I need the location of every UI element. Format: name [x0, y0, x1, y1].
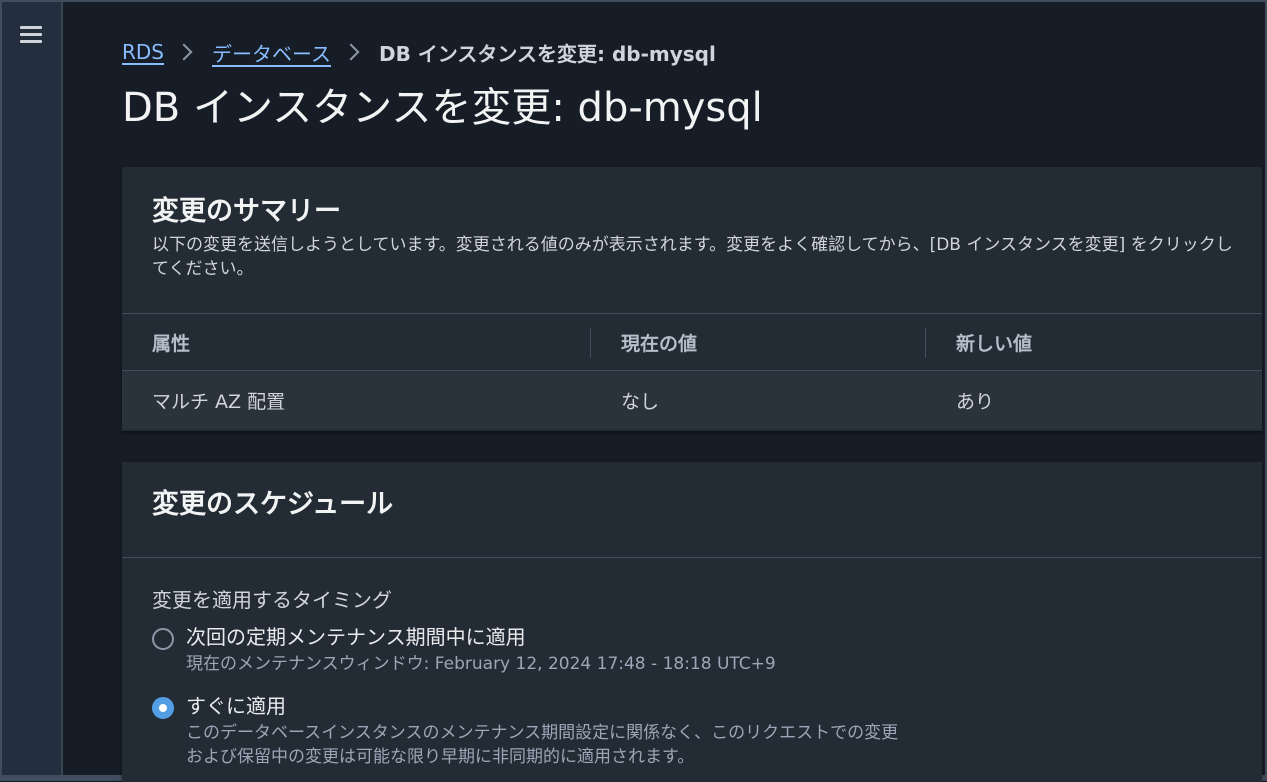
breadcrumb-link-rds[interactable]: RDS [122, 40, 164, 64]
breadcrumb: RDS データベース DB インスタンスを変更: db-mysql [122, 38, 716, 66]
radio-button-apply-immediately[interactable] [152, 697, 174, 719]
cell-current-value: なし [621, 390, 660, 413]
cell-attribute: マルチ AZ 配置 [152, 390, 286, 413]
breadcrumb-current: DB インスタンスを変更: db-mysql [379, 41, 716, 66]
column-divider [925, 328, 926, 358]
chevron-right-icon [175, 43, 193, 61]
console-window: RDS データベース DB インスタンスを変更: db-mysql DB インス… [0, 0, 1267, 782]
breadcrumb-link-databases[interactable]: データベース [212, 38, 331, 67]
cell-new-value: あり [956, 390, 995, 413]
summary-title: 変更のサマリー [152, 196, 341, 227]
column-header-attribute: 属性 [152, 332, 191, 355]
radio-button-next-maintenance[interactable] [152, 628, 174, 650]
schedule-panel: 変更のスケジュール 変更を適用するタイミング 次回の定期メンテナンス期間中に適用… [122, 462, 1262, 782]
summary-panel: 変更のサマリー 以下の変更を送信しようとしています。変更される値のみが表示されま… [122, 167, 1262, 431]
radio-label-apply-immediately[interactable]: すぐに適用 [186, 693, 898, 719]
table-header: 属性 現在の値 新しい値 [122, 314, 1262, 371]
maintenance-window-text: 現在のメンテナンスウィンドウ: February 12, 2024 17:48 … [186, 654, 776, 674]
chevron-right-icon [342, 43, 360, 61]
radio-label-next-maintenance[interactable]: 次回の定期メンテナンス期間中に適用 [186, 624, 776, 650]
radio-option-apply-immediately[interactable]: すぐに適用 このデータベースインスタンスのメンテナンス期間設定に関係なく、このリ… [152, 693, 898, 769]
changes-table: 属性 現在の値 新しい値 マルチ AZ 配置 なし あり [122, 313, 1262, 429]
apply-immediately-description-line2: および保留中の変更は可能な限り早期に非同期的に適用されます。 [186, 747, 695, 767]
timing-label: 変更を適用するタイミング [152, 588, 392, 612]
page-title: DB インスタンスを変更: db-mysql [122, 85, 763, 131]
column-divider [590, 328, 591, 358]
table-row: マルチ AZ 配置 なし あり [122, 371, 1262, 429]
apply-immediately-description-line1: このデータベースインスタンスのメンテナンス期間設定に関係なく、このリクエストでの… [186, 723, 899, 743]
side-navigation [2, 2, 63, 775]
schedule-title: 変更のスケジュール [152, 489, 394, 520]
column-header-new-value: 新しい値 [956, 332, 1033, 355]
radio-option-next-maintenance[interactable]: 次回の定期メンテナンス期間中に適用 現在のメンテナンスウィンドウ: Februa… [152, 624, 776, 676]
divider [122, 557, 1262, 558]
column-header-current-value: 現在の値 [621, 332, 698, 355]
summary-description: 以下の変更を送信しようとしています。変更される値のみが表示されます。変更をよく確… [152, 235, 1233, 279]
menu-icon[interactable] [20, 24, 44, 46]
